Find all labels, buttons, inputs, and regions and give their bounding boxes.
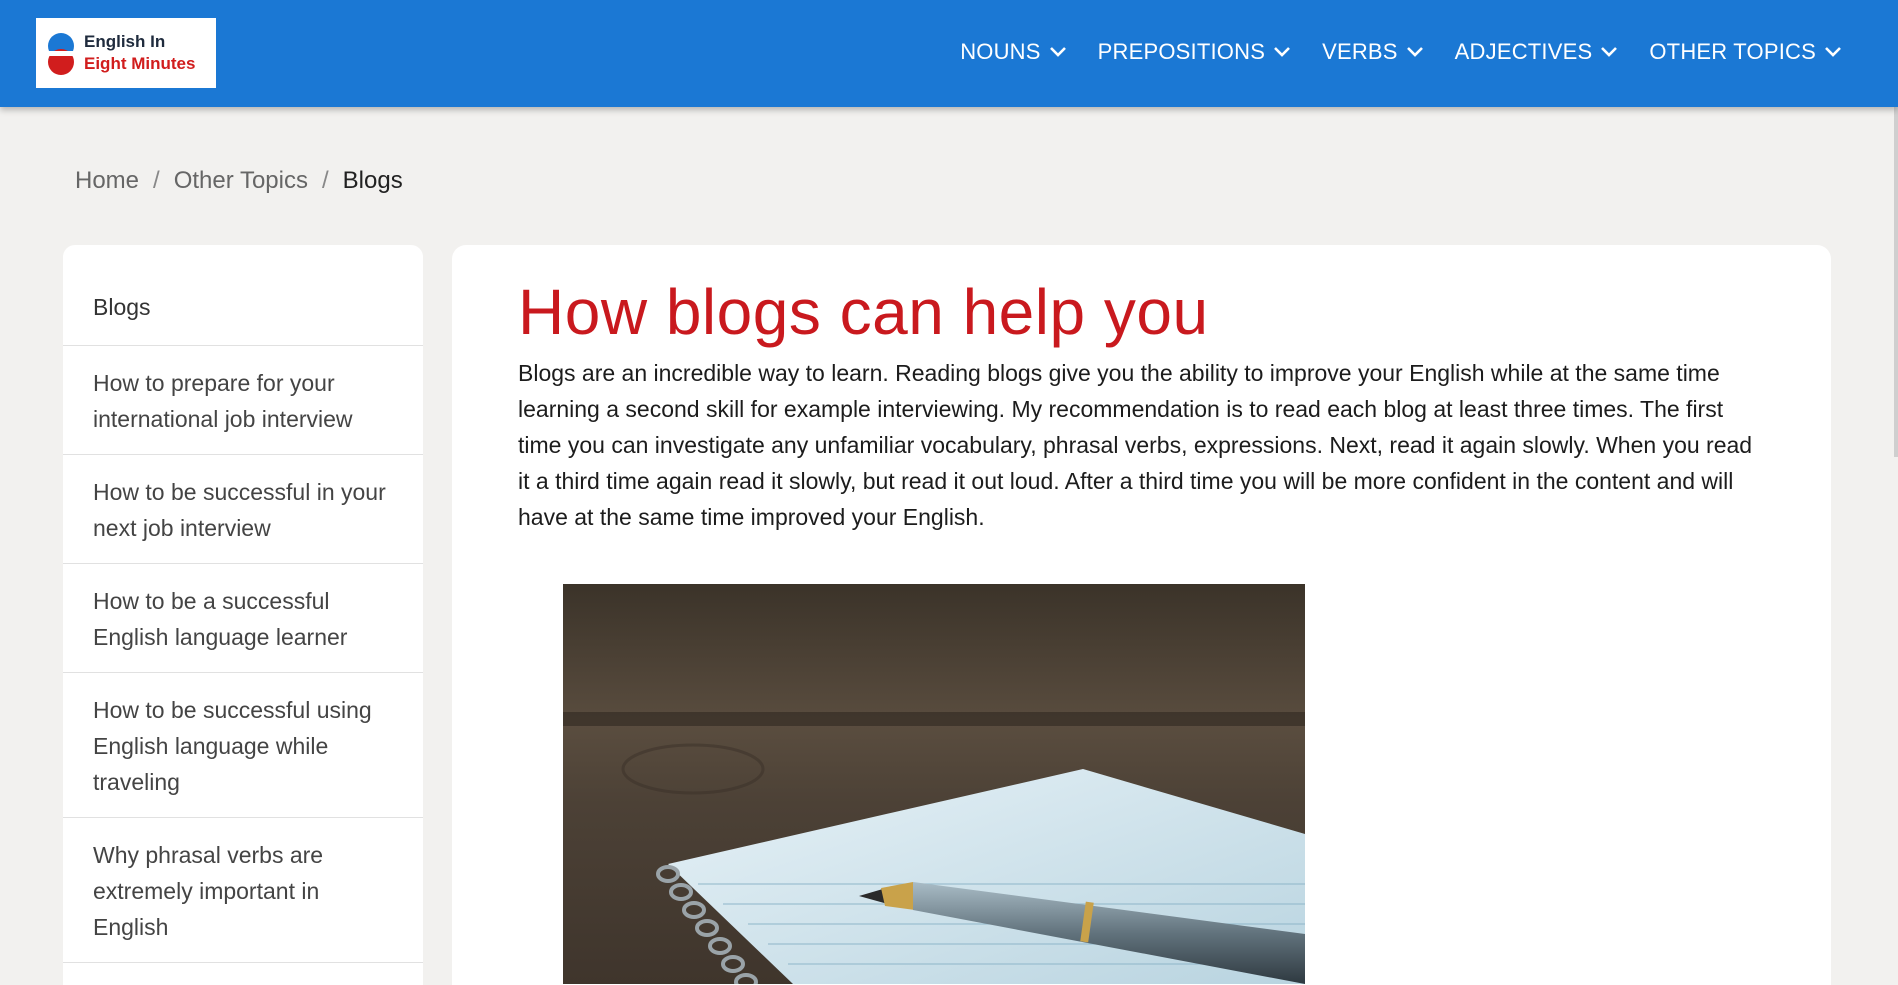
nav-item-adjectives[interactable]: ADJECTIVES	[1455, 39, 1619, 65]
chevron-down-icon	[1601, 47, 1618, 57]
main-menu: NOUNS PREPOSITIONS VERBS ADJECTIVES OTHE…	[960, 0, 1842, 104]
nav-item-prepositions[interactable]: PREPOSITIONS	[1098, 39, 1291, 65]
logo-icon	[46, 31, 76, 75]
breadcrumb-current: Blogs	[342, 167, 403, 194]
chevron-down-icon	[1274, 47, 1290, 57]
article-card: How blogs can help you Blogs are an incr…	[452, 245, 1831, 985]
notebook-pen-illustration	[563, 584, 1305, 984]
nav-label: NOUNS	[960, 39, 1041, 64]
nav-item-verbs[interactable]: VERBS	[1322, 39, 1424, 65]
breadcrumb-home[interactable]: Home	[75, 167, 139, 195]
nav-item-other-topics[interactable]: OTHER TOPICS	[1649, 39, 1842, 65]
breadcrumb: Home / Other Topics / Blogs	[75, 167, 403, 195]
logo-line-2: Eight Minutes	[84, 54, 196, 73]
chevron-down-icon	[1825, 47, 1841, 57]
nav-label: PREPOSITIONS	[1097, 39, 1266, 64]
logo-line-1: English In	[84, 32, 166, 51]
sidebar: Blogs How to prepare for your internatio…	[63, 245, 423, 985]
breadcrumb-separator: /	[153, 167, 160, 194]
nav-label: VERBS	[1322, 39, 1398, 64]
page-title: How blogs can help you	[518, 276, 1209, 348]
sidebar-item-language-learner[interactable]: How to be a successful English language …	[63, 564, 423, 673]
nav-item-nouns[interactable]: NOUNS	[960, 39, 1066, 65]
chevron-down-icon	[1049, 47, 1066, 57]
logo-text: English In Eight Minutes	[84, 31, 195, 75]
article-image	[563, 584, 1305, 984]
top-navigation-bar: English In Eight Minutes NOUNS PREPOSITI…	[0, 0, 1898, 107]
nav-label: ADJECTIVES	[1454, 39, 1593, 64]
sidebar-item-phrasal-verbs[interactable]: Why phrasal verbs are extremely importan…	[63, 818, 423, 963]
sidebar-item-blogs[interactable]: Blogs	[63, 245, 423, 346]
breadcrumb-separator: /	[322, 167, 329, 194]
article-paragraph: Blogs are an incredible way to learn. Re…	[518, 360, 1753, 530]
scrollbar[interactable]	[1894, 107, 1898, 457]
chevron-down-icon	[1406, 47, 1423, 57]
site-logo[interactable]: English In Eight Minutes	[36, 18, 216, 88]
sidebar-item-international-job-interview[interactable]: How to prepare for your international jo…	[63, 346, 423, 455]
sidebar-item-traveling[interactable]: How to be successful using English langu…	[63, 673, 423, 818]
breadcrumb-other-topics[interactable]: Other Topics	[174, 167, 308, 195]
nav-label: OTHER TOPICS	[1649, 39, 1816, 64]
sidebar-item-next-job-interview[interactable]: How to be successful in your next job in…	[63, 455, 423, 564]
